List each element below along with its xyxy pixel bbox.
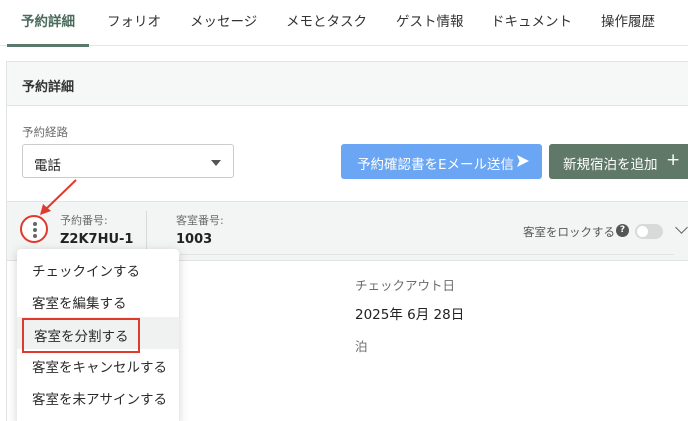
kebab-dot: [33, 228, 37, 232]
menu-item-label: 客室をキャンセルする: [32, 360, 167, 376]
divider: [146, 211, 147, 249]
booking-source-select[interactable]: 電話: [22, 144, 234, 178]
lock-room-toggle[interactable]: [635, 224, 663, 239]
help-icon[interactable]: ?: [616, 224, 629, 237]
email-confirmation-label: 予約確認書をEメール送信: [357, 157, 515, 173]
email-confirmation-button[interactable]: 予約確認書をEメール送信: [341, 144, 542, 179]
kebab-menu-icon: [33, 222, 37, 226]
menu-item-label: 客室を未アサインする: [32, 392, 167, 408]
tab-documents[interactable]: ドキュメント: [491, 0, 572, 46]
tab-guest-info[interactable]: ゲスト情報: [396, 0, 464, 46]
toggle-knob: [637, 226, 648, 237]
booking-source-value: 電話: [34, 158, 61, 174]
room-actions-menu: チェックインする 客室を編集する 客室を分割する 客室をキャンセルする 客室を未…: [17, 249, 179, 421]
reservation-number-label: 予約番号:: [60, 214, 108, 227]
tab-history[interactable]: 操作履歴: [601, 0, 655, 46]
room-number-label: 客室番号:: [176, 214, 224, 227]
section-divider: [180, 254, 674, 255]
menu-item-cancel-room[interactable]: 客室をキャンセルする: [17, 349, 179, 381]
kebab-menu-button[interactable]: [20, 215, 48, 243]
checkout-date-value: 2025年 6月 28日: [355, 307, 465, 323]
menu-item-check-in[interactable]: チェックインする: [17, 253, 179, 285]
panel-header: 予約詳細: [7, 62, 688, 106]
room-number-value: 1003: [176, 232, 213, 247]
menu-item-label: 客室を分割する: [22, 318, 140, 353]
chevron-down-icon[interactable]: [675, 221, 688, 234]
tab-bar: 予約詳細 フォリオ メッセージ メモとタスク ゲスト情報 ドキュメント 操作履歴: [0, 0, 688, 47]
menu-item-label: 客室を編集する: [32, 296, 127, 312]
kebab-dot: [33, 234, 37, 238]
menu-item-split-room[interactable]: 客室を分割する: [17, 317, 179, 353]
checkout-date-label: チェックアウト日: [355, 278, 456, 293]
add-stay-label: 新規宿泊を追加: [563, 157, 658, 173]
caret-down-icon: [211, 160, 221, 166]
reservation-number-value: Z2K7HU-1: [60, 232, 134, 247]
tab-notes-tasks[interactable]: メモとタスク: [286, 0, 367, 46]
menu-item-label: チェックインする: [32, 264, 140, 280]
menu-item-unassign-room[interactable]: 客室を未アサインする: [17, 381, 179, 413]
plus-icon: +: [666, 150, 681, 170]
add-stay-button[interactable]: 新規宿泊を追加 +: [549, 144, 688, 179]
booking-source-label: 予約経路: [22, 125, 68, 139]
tab-reservation-details[interactable]: 予約詳細: [7, 0, 89, 47]
lock-room-label: 客室をロックする: [523, 225, 615, 239]
nights-label: 泊: [355, 339, 368, 354]
send-icon: [517, 155, 529, 167]
tab-messages[interactable]: メッセージ: [190, 0, 257, 46]
tab-folio[interactable]: フォリオ: [107, 0, 161, 46]
menu-item-edit-room[interactable]: 客室を編集する: [17, 285, 179, 317]
panel-title: 予約詳細: [22, 80, 75, 95]
